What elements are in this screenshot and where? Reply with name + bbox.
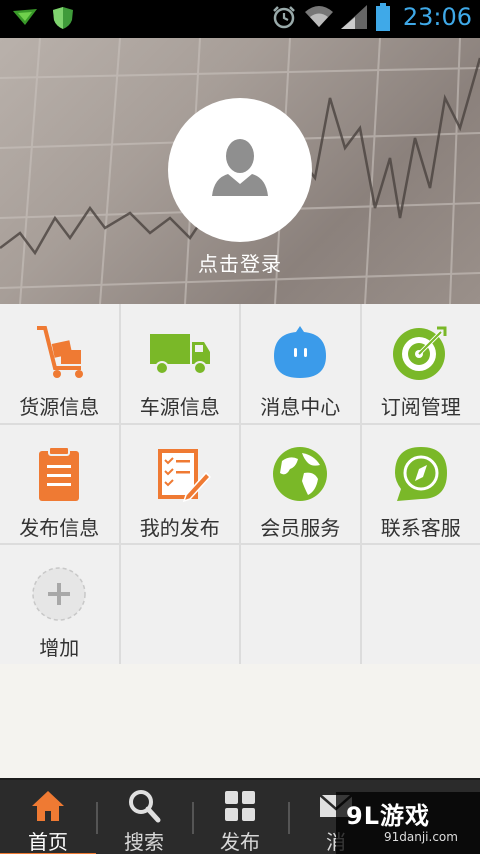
nav-label: 搜索: [124, 830, 164, 854]
home-icon: [32, 791, 64, 821]
menu-item-label: 我的发布: [139, 515, 220, 540]
login-button[interactable]: 点击登录: [0, 248, 480, 277]
menu-item-add[interactable]: 增加: [0, 545, 119, 664]
checklist-icon: [157, 448, 211, 502]
status-time: 23:06: [402, 3, 472, 31]
shield-icon: [53, 7, 73, 29]
menu-item-contact-service[interactable]: 联系客服: [361, 424, 480, 544]
cart-icon: [37, 326, 84, 378]
nav-tab-home[interactable]: 首页: [0, 780, 96, 854]
status-bar: 23:06: [0, 0, 480, 38]
signal-icon: [340, 5, 367, 29]
watermark-url: 91danji.com: [384, 830, 458, 844]
avatar[interactable]: [168, 98, 312, 242]
watermark-text: 9L游戏: [346, 802, 430, 830]
menu-empty-cell: [361, 545, 480, 664]
search-icon: [129, 790, 161, 823]
menu-item-message-center[interactable]: 消息中心: [241, 304, 360, 423]
chat-bubble-icon: [274, 326, 327, 378]
menu-item-label: 联系客服: [380, 515, 461, 540]
menu-item-label: 会员服务: [260, 515, 341, 540]
menu-item-member-service[interactable]: 会员服务: [241, 424, 360, 544]
nav-tab-search[interactable]: 搜索: [96, 780, 192, 854]
compass-icon: [394, 446, 447, 501]
nav-label: 首页: [28, 830, 68, 854]
menu-item-label: 货源信息: [19, 395, 100, 419]
watermark-logo: 9L游戏 91danji.com: [336, 792, 480, 854]
wifi-icon: [304, 6, 333, 27]
menu-empty-cell: [241, 545, 360, 664]
plus-icon: [32, 567, 86, 622]
menu-item-label: 消息中心: [260, 395, 341, 419]
menu-empty-cell: [120, 545, 239, 664]
user-silhouette-icon: [212, 139, 268, 196]
menu-item-label: 车源信息: [139, 395, 220, 419]
wifi-notification-icon: [13, 9, 37, 25]
nav-tab-publish[interactable]: 发布: [192, 780, 288, 854]
menu-item-publish-info[interactable]: 发布信息: [0, 424, 119, 544]
menu-item-subscription[interactable]: 订阅管理: [361, 304, 480, 423]
nav-label: 发布: [220, 830, 260, 854]
menu-item-vehicle-info[interactable]: 车源信息: [120, 304, 239, 423]
globe-icon: [273, 446, 328, 501]
menu-item-cargo-info[interactable]: 货源信息: [0, 304, 119, 423]
clipboard-icon: [39, 445, 80, 501]
truck-icon: [149, 334, 210, 375]
menu-item-label: 增加: [39, 636, 80, 661]
alarm-icon: [272, 6, 295, 29]
menu-item-label: 订阅管理: [380, 395, 461, 419]
menu-item-label: 发布信息: [19, 515, 100, 540]
battery-icon: [375, 3, 390, 31]
menu-item-my-posts[interactable]: 我的发布: [120, 424, 239, 544]
grid-icon: [225, 791, 255, 821]
target-icon: [392, 326, 447, 380]
feature-grid: 货源信息 车源信息 消息中心 订阅管理 发布信息 我的发布 会员服务 联系客服 …: [0, 304, 480, 664]
profile-header: 点击登录: [0, 38, 480, 304]
